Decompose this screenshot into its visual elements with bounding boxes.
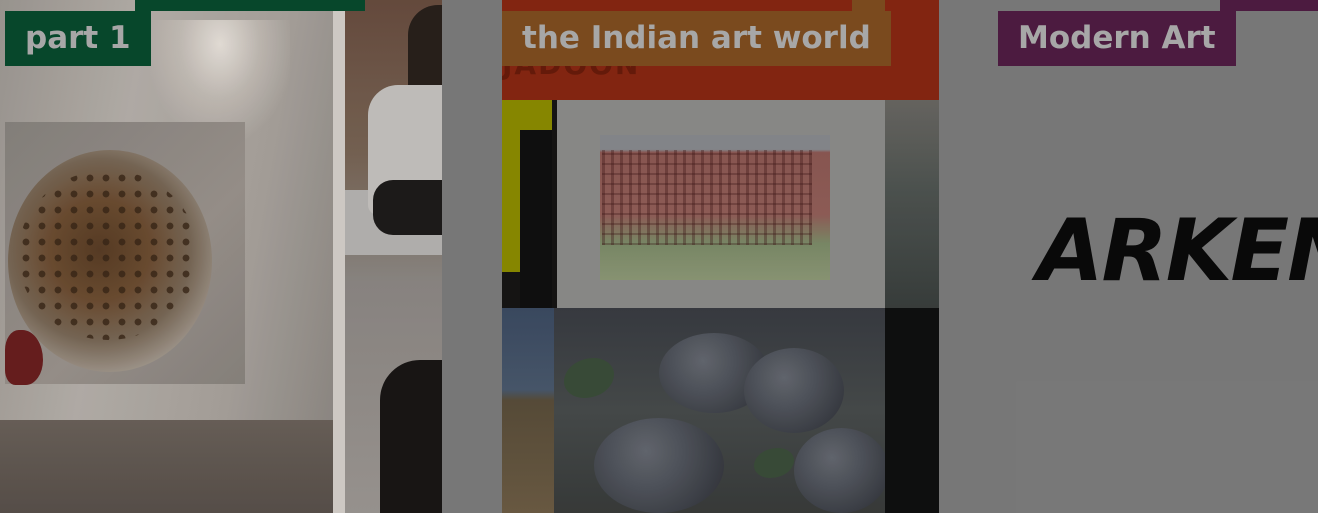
tortoise-photo — [554, 308, 889, 513]
tortoise-shell — [744, 348, 844, 433]
leaf — [564, 358, 614, 398]
foreground-silhouette — [380, 360, 442, 513]
article-card-1[interactable] — [0, 0, 442, 513]
tortoise-shell — [794, 428, 889, 513]
artwork-texture — [18, 170, 198, 340]
category-tag-part-1[interactable]: part 1 — [5, 11, 151, 66]
tag-accent-bar — [852, 0, 885, 11]
dark-panel — [885, 308, 939, 513]
card-gap — [442, 0, 502, 513]
landscape-photo — [502, 308, 554, 513]
black-strip — [520, 130, 552, 308]
article-card-2[interactable]: JADOON — [502, 0, 939, 513]
gallery-pillar — [333, 0, 345, 513]
category-tag-modern-art[interactable]: Modern Art — [998, 11, 1236, 66]
category-tag-indian-art-world[interactable]: the Indian art world — [502, 11, 891, 66]
arken-logo: ARKEN — [1037, 201, 1318, 301]
visitor-figure — [368, 5, 442, 260]
tag-accent-bar — [1220, 0, 1318, 11]
leaf — [754, 448, 794, 478]
building-windows — [602, 150, 812, 245]
sea-photo — [885, 100, 939, 308]
tag-accent-bar — [135, 0, 365, 11]
tortoise-shell — [594, 418, 724, 513]
article-card-3[interactable]: ARKEN — [939, 0, 1318, 513]
